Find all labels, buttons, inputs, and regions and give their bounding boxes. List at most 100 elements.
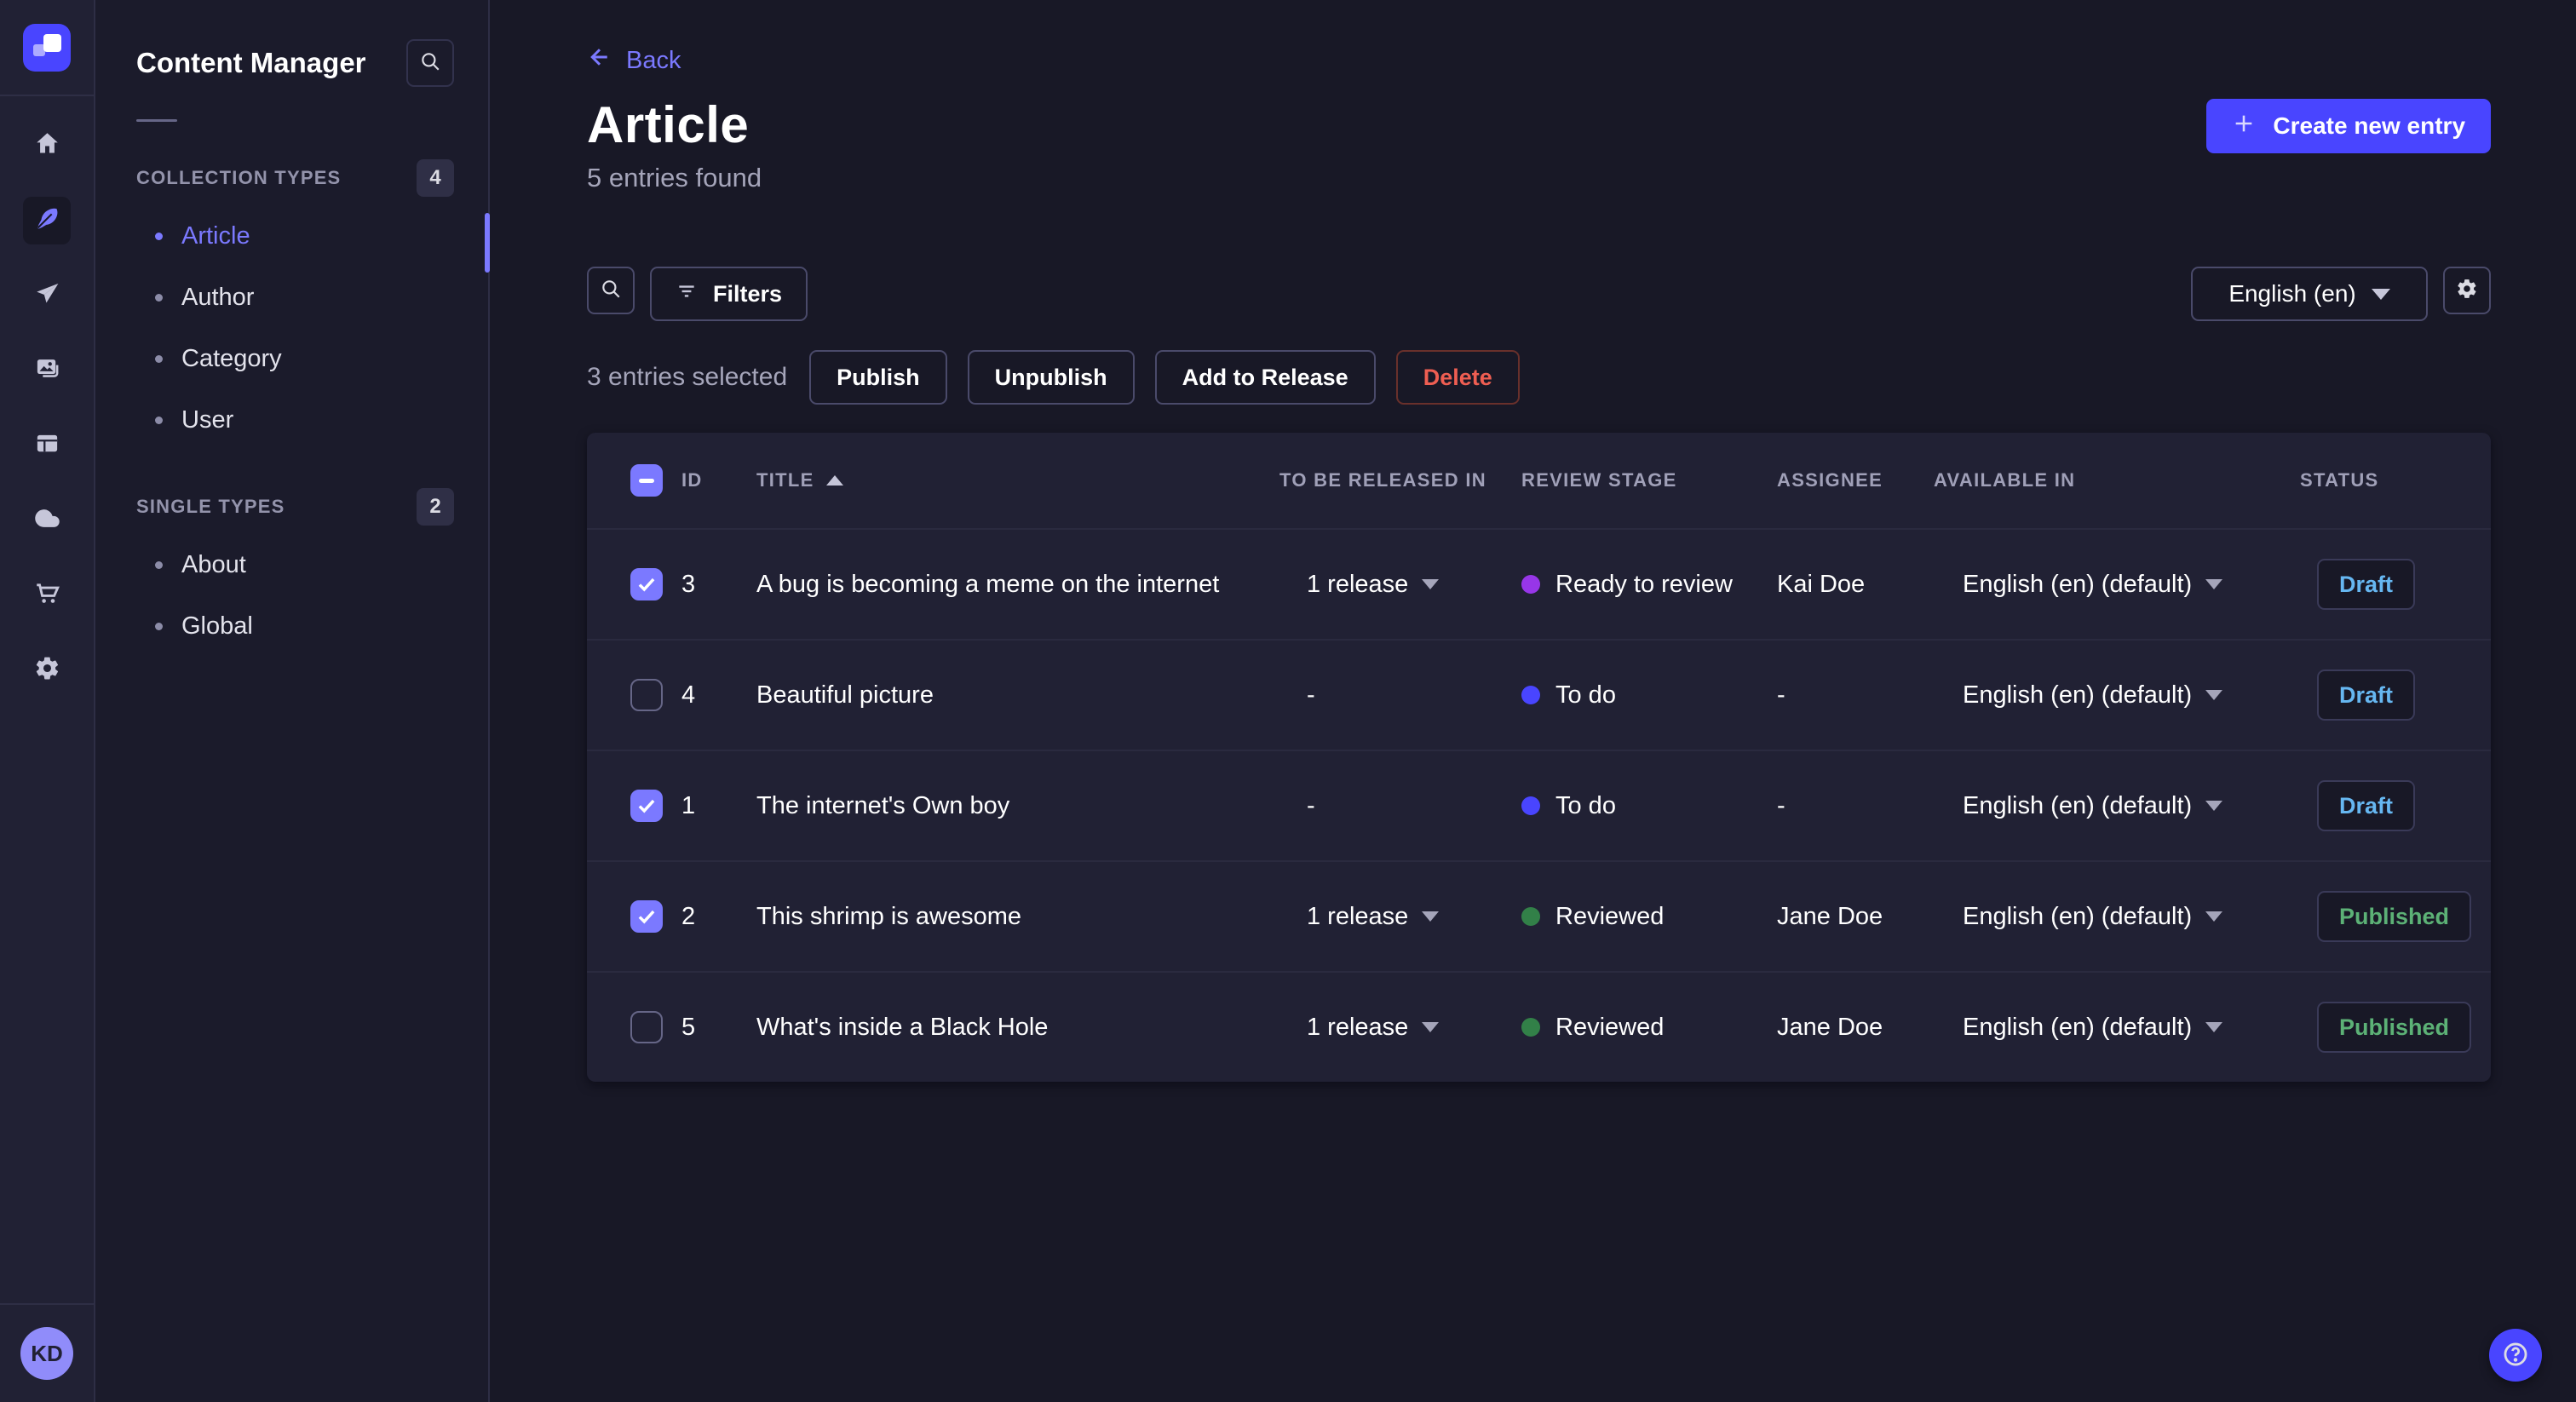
row-available-in: English (en) (default) — [1934, 571, 2300, 599]
row-title: A bug is becoming a meme on the internet — [756, 570, 1220, 598]
status-badge: Published — [2317, 891, 2472, 942]
create-new-entry-button[interactable]: Create new entry — [2206, 99, 2492, 153]
cloud-icon — [34, 505, 60, 536]
row-available-in: English (en) (default) — [1934, 681, 2300, 710]
sidebar-item-article[interactable]: Article — [95, 205, 488, 267]
stage-dot — [1521, 575, 1540, 594]
status-badge: Draft — [2317, 669, 2416, 721]
row-id: 3 — [681, 570, 696, 598]
stage-dot — [1521, 796, 1540, 815]
row-title: What's inside a Black Hole — [756, 1013, 1049, 1041]
release-caret[interactable] — [1422, 579, 1440, 589]
filters-button[interactable]: Filters — [650, 267, 808, 321]
stage-dot — [1521, 1018, 1540, 1037]
nav-content-manager[interactable] — [23, 197, 71, 244]
check-icon — [638, 577, 655, 592]
indeterminate-icon — [639, 478, 654, 483]
table-row[interactable]: 3 A bug is becoming a meme on the intern… — [587, 528, 2492, 639]
view-settings-button[interactable] — [2443, 267, 2492, 314]
row-assignee: - — [1777, 681, 1785, 709]
main-nav-rail: KD — [0, 0, 95, 1402]
nav-marketplace[interactable] — [23, 572, 71, 619]
single-types-count-badge: 2 — [417, 488, 454, 526]
add-to-release-button[interactable]: Add to Release — [1154, 350, 1376, 405]
row-release: 1 release — [1279, 1014, 1521, 1042]
filter-icon — [676, 280, 698, 308]
nav-home[interactable] — [23, 122, 71, 170]
status-badge: Draft — [2317, 559, 2416, 610]
sidebar-item-user[interactable]: User — [95, 389, 488, 451]
table-row[interactable]: 5 What's inside a Black Hole 1 release R… — [587, 971, 2492, 1082]
sidebar-item-category[interactable]: Category — [95, 328, 488, 389]
back-link[interactable]: Back — [587, 44, 681, 77]
help-button[interactable] — [2489, 1329, 2542, 1382]
row-checkbox[interactable] — [630, 568, 663, 600]
column-header-available-in: AVAILABLE IN — [1934, 469, 2076, 491]
publish-button[interactable]: Publish — [809, 350, 947, 405]
nav-settings[interactable] — [23, 646, 71, 694]
table-row[interactable]: 1 The internet's Own boy - To do - Engli… — [587, 750, 2492, 860]
row-review-stage: To do — [1521, 681, 1777, 710]
subnav-divider — [136, 119, 177, 122]
row-assignee: - — [1777, 791, 1785, 819]
sidebar-item-about[interactable]: About — [95, 534, 488, 595]
row-assignee: Kai Doe — [1777, 570, 1866, 598]
row-checkbox[interactable] — [630, 1011, 663, 1043]
column-header-title[interactable]: TITLE — [756, 469, 1279, 491]
nav-releases[interactable] — [23, 272, 71, 319]
row-review-stage: To do — [1521, 792, 1777, 820]
locale-caret[interactable] — [2205, 579, 2223, 589]
release-caret[interactable] — [1422, 911, 1440, 922]
list-search-button[interactable] — [587, 267, 635, 314]
entries-count: 5 entries found — [587, 163, 762, 192]
user-avatar[interactable]: KD — [20, 1327, 73, 1380]
cart-icon — [34, 580, 60, 611]
locale-caret[interactable] — [2205, 690, 2223, 700]
locale-caret[interactable] — [2205, 911, 2223, 922]
search-icon — [419, 50, 441, 77]
nav-content-type-builder[interactable] — [23, 422, 71, 469]
nav-deploy[interactable] — [23, 497, 71, 544]
nav-media-library[interactable] — [23, 347, 71, 394]
gear-icon — [2456, 278, 2478, 304]
locale-caret[interactable] — [2205, 801, 2223, 811]
unpublish-button[interactable]: Unpublish — [967, 350, 1135, 405]
row-status: Published — [2300, 891, 2472, 942]
row-checkbox[interactable] — [630, 790, 663, 822]
locale-select[interactable]: English (en) — [2191, 267, 2429, 321]
row-review-stage: Ready to review — [1521, 571, 1777, 599]
row-review-stage: Reviewed — [1521, 903, 1777, 931]
column-header-released-in: TO BE RELEASED IN — [1279, 469, 1486, 491]
column-header-status: STATUS — [2300, 469, 2379, 491]
row-status: Draft — [2300, 559, 2471, 610]
pictures-icon — [34, 355, 60, 386]
main-content: Back Article 5 entries found Create new … — [490, 0, 2576, 1402]
bullet-icon — [155, 560, 163, 569]
table-row[interactable]: 4 Beautiful picture - To do - English (e… — [587, 639, 2492, 750]
row-available-in: English (en) (default) — [1934, 1014, 2300, 1042]
release-caret[interactable] — [1422, 1022, 1440, 1032]
strapi-logo[interactable] — [23, 23, 71, 72]
select-all-checkbox[interactable] — [630, 464, 663, 497]
paper-plane-icon — [34, 280, 60, 311]
bullet-icon — [155, 354, 163, 363]
row-review-stage: Reviewed — [1521, 1014, 1777, 1042]
table-row[interactable]: 2 This shrimp is awesome 1 release Revie… — [587, 860, 2492, 971]
delete-button[interactable]: Delete — [1395, 350, 1520, 405]
row-checkbox[interactable] — [630, 900, 663, 933]
subnav-search-button[interactable] — [406, 39, 454, 87]
search-icon — [600, 278, 622, 304]
bullet-icon — [155, 232, 163, 240]
sidebar-item-global[interactable]: Global — [95, 595, 488, 657]
question-circle-icon — [2501, 1340, 2530, 1371]
row-release: - — [1307, 791, 1315, 819]
bullet-icon — [155, 416, 163, 424]
row-title: This shrimp is awesome — [756, 902, 1022, 930]
locale-caret[interactable] — [2205, 1022, 2223, 1032]
row-assignee: Jane Doe — [1777, 1013, 1883, 1041]
arrow-left-icon — [587, 44, 612, 77]
content-manager-subnav: Content Manager COLLECTION TYPES 4 Artic… — [95, 0, 490, 1402]
row-checkbox[interactable] — [630, 679, 663, 711]
sidebar-item-author[interactable]: Author — [95, 267, 488, 328]
status-badge: Draft — [2317, 780, 2416, 831]
